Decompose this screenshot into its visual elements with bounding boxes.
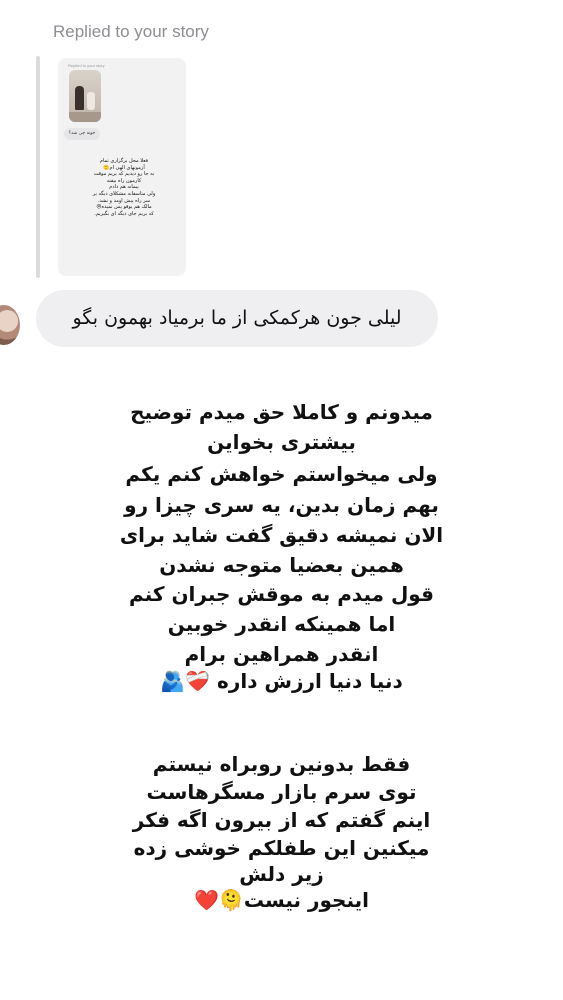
caption-line: بیشتری بخواین <box>0 430 563 454</box>
replied-to-story-label: Replied to your story <box>53 22 209 41</box>
story-preview-replied-label: Replied to your story <box>68 63 105 68</box>
caption-line: دنیا دنیا ارزش داره ❤️‍🩹🫂 <box>0 669 563 693</box>
message-bubble[interactable]: لیلی جون هرکمکی از ما برمیاد بهمون بگو <box>36 290 438 347</box>
caption-line: میکنین این طفلکم خوشی زده <box>0 836 563 860</box>
reply-quote-bar <box>36 56 40 278</box>
caption-line: اما همینکه انقدر خوبین <box>0 612 563 636</box>
caption-line: قول میدم به موقش جبران کنم <box>0 582 563 606</box>
caption-line: زیر دلش <box>0 862 563 886</box>
story-preview-photo <box>69 70 101 122</box>
caption-line: اینجور نیست🫠❤️ <box>0 888 563 912</box>
caption-line: توی سرم بازار مسگرهاست <box>0 780 563 804</box>
story-preview-thumbnail[interactable]: Replied to your story خونه چی شد؟ فعلا م… <box>58 58 186 276</box>
story-preview-reply-bubble: خونه چی شد؟ <box>64 128 100 140</box>
caption-line: الان نمیشه دقیق گفت شاید برای <box>0 523 563 547</box>
story-reply-thread: Replied to your story Replied to your st… <box>0 0 550 360</box>
story-preview-caption: فعلا محل برگزاری تمام آزمونهای الهی ام🙂 … <box>92 158 156 217</box>
caption-line: انقدر همراهین برام <box>0 642 563 666</box>
caption-line: اینم گفتم که از بیرون اگه فکر <box>0 808 563 832</box>
caption-line: میدونم و کاملا حق میدم توضیح <box>0 400 563 424</box>
message-text: لیلی جون هرکمکی از ما برمیاد بهمون بگو <box>72 307 402 329</box>
caption-line: ولی میخواستم خواهش کنم یکم <box>0 462 563 486</box>
caption-line: بهم زمان بدین، یه سری چیزا رو <box>0 493 563 517</box>
caption-line: فقط بدونین روبراه نیستم <box>0 752 563 776</box>
sender-avatar[interactable] <box>0 305 20 345</box>
caption-line: همین بعضیا متوجه نشدن <box>0 553 563 577</box>
